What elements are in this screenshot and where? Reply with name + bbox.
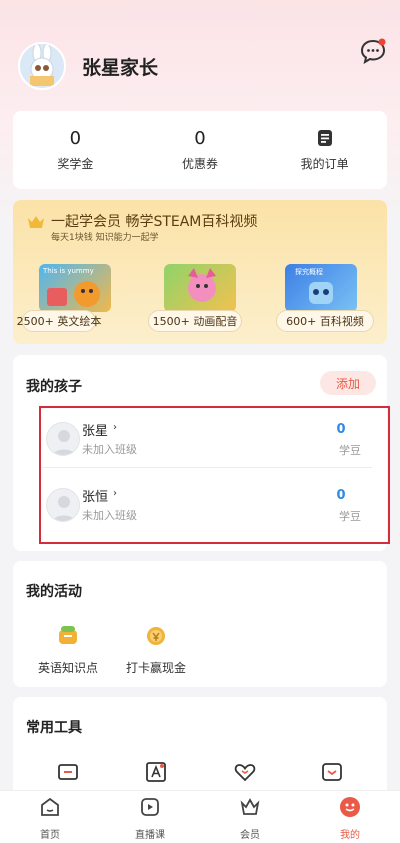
ticket-icon[interactable] [56,760,80,784]
encyclopedia-thumbnail[interactable]: 探究概程 [285,264,357,312]
activity-english-knowledge[interactable]: 英语知识点 [23,623,113,676]
font-icon[interactable] [144,760,168,784]
coupon-label: 优惠券 [182,157,219,171]
scholarship-stat[interactable]: 0 奖学金 [13,111,138,189]
add-kid-button[interactable]: 添加 [320,371,376,395]
picture-book-pill[interactable]: 2500+ 英文绘本 [17,310,101,332]
dubbing-thumbnail[interactable] [164,264,236,312]
dubbing-pill[interactable]: 1500+ 动画配音 [148,310,242,332]
checkin-cash-icon [144,623,168,651]
tab-mine[interactable]: 我的 [300,791,400,843]
status-bar [0,0,400,14]
scholarship-value: 0 [69,128,82,149]
activity-label: 英语知识点 [37,661,98,675]
activity-checkin-cash[interactable]: 打卡赢现金 [111,623,201,676]
encyclopedia-pill[interactable]: 600+ 百科视频 [276,310,374,332]
profile-icon [339,796,361,822]
tab-membership[interactable]: 会员 [200,791,300,843]
profile-header[interactable]: 张星家长 [18,42,158,90]
english-knowledge-icon [56,623,80,651]
picture-book-thumbnail[interactable]: This is yummy [39,264,111,312]
message-box-icon[interactable] [320,760,344,784]
member-title: 一起学会员 畅学STEAM百科视频 [51,214,258,230]
scholarship-label: 奖学金 [57,157,94,171]
tab-label: 首页 [40,830,60,841]
tab-live-class[interactable]: 直播课 [100,791,200,843]
coupon-value: 0 [194,128,206,149]
highlight-box [39,406,390,544]
crown-icon [239,796,261,822]
home-icon [39,796,61,822]
avatar[interactable] [18,42,66,90]
common-tools-title: 常用工具 [26,720,82,736]
bottom-tab-bar: 首页 直播课 会员 我的 [0,790,400,843]
heart-icon[interactable] [233,760,257,784]
live-class-icon [139,796,161,822]
tab-label: 我的 [340,830,360,841]
orders-stat[interactable]: 我的订单 [262,111,387,189]
message-icon[interactable] [360,38,386,65]
member-subtitle: 每天1块钱 知识能力一起学 [51,233,159,243]
my-activities-title: 我的活动 [26,584,82,600]
crown-icon [27,214,45,234]
activity-label: 打卡赢现金 [125,661,186,675]
stats-card: 0 奖学金 0 优惠券 我的订单 [13,111,387,189]
orders-label: 我的订单 [300,157,349,171]
tab-home[interactable]: 首页 [0,791,100,843]
orders-icon [317,129,333,149]
tab-label: 会员 [240,830,260,841]
tab-label: 直播课 [135,830,165,841]
username: 张星家长 [82,56,159,79]
my-kids-title: 我的孩子 [26,379,82,395]
coupon-stat[interactable]: 0 优惠券 [138,111,263,189]
